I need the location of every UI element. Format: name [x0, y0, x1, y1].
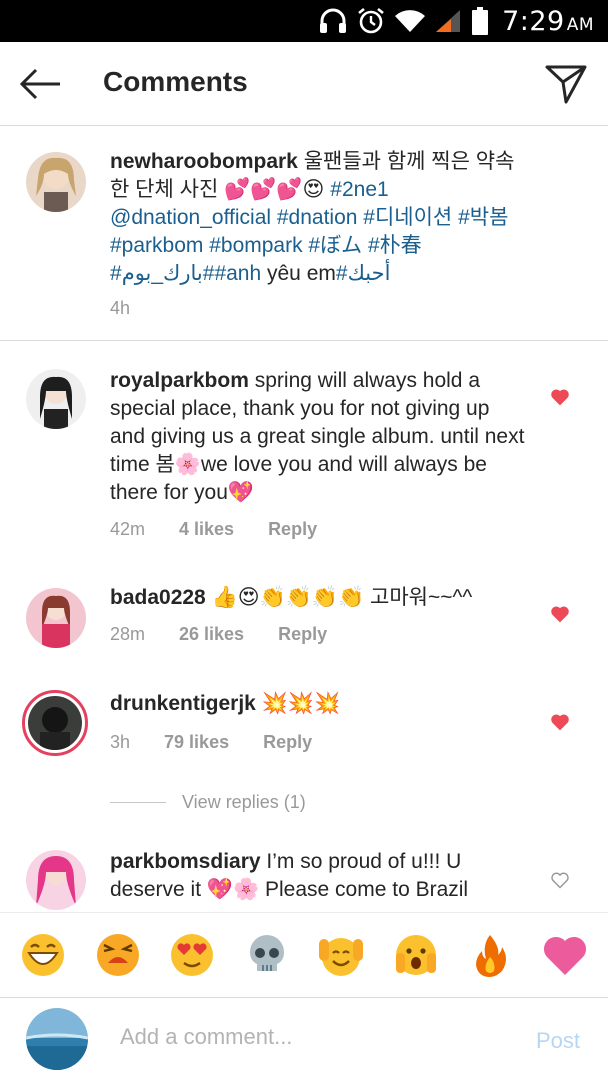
comment-composer: Post [0, 998, 608, 1080]
caption: newharoobompark 울팬들과 함께 찍은 약속한 단체 사진 💕💕💕… [0, 126, 608, 340]
avatar[interactable] [26, 850, 86, 910]
caption-username[interactable]: newharoobompark [110, 150, 298, 173]
grinning-face-icon[interactable] [19, 931, 67, 979]
comment-text: bada0228 👍😍👏👏👏👏 고마워~~^^ [110, 584, 530, 612]
reply-button[interactable]: Reply [268, 519, 317, 540]
my-avatar [26, 1008, 88, 1070]
alarm-icon [358, 7, 384, 34]
direct-send-icon[interactable] [544, 62, 588, 106]
wifi-icon [395, 10, 426, 33]
fire-icon[interactable] [466, 931, 514, 979]
heart-icon[interactable] [550, 604, 570, 624]
avatar[interactable] [26, 369, 86, 429]
back-arrow-icon[interactable] [18, 64, 62, 104]
comments-header: Comments [0, 42, 608, 126]
likes-count[interactable]: 26 likes [179, 624, 244, 645]
heart-outline-icon[interactable] [550, 870, 570, 890]
heart-icon[interactable] [550, 387, 570, 407]
avatar-story-ring[interactable] [22, 690, 88, 756]
status-bar: 7:29 AM [0, 0, 608, 42]
comment-item: royalparkbom spring will always hold a s… [0, 341, 608, 551]
comment-meta: 42m 4 likes Reply [110, 519, 317, 540]
caption-time: 4h [110, 298, 131, 318]
comment-username[interactable]: parkbomsdiary [110, 850, 261, 873]
heart-icon[interactable] [550, 712, 570, 732]
comment-body: 👍😍👏👏👏👏 고마워~~^^ [211, 586, 473, 609]
signal-icon [436, 10, 461, 32]
view-replies-label: View replies (1) [182, 791, 306, 812]
view-replies-button[interactable]: View replies (1) [110, 790, 306, 814]
caption-text: newharoobompark 울팬들과 함께 찍은 약속한 단체 사진 💕💕💕… [110, 148, 530, 288]
caption-tail: yêu em [261, 262, 336, 285]
comment-item: parkbomsdiary I’m so proud of u!!! U des… [0, 840, 608, 912]
tired-face-icon[interactable] [94, 931, 142, 979]
reply-button[interactable]: Reply [278, 624, 327, 645]
reply-button[interactable]: Reply [263, 732, 312, 753]
heart-eyes-face-icon[interactable] [168, 931, 216, 979]
avatar[interactable] [26, 152, 86, 212]
status-icons: 7:29 AM [318, 5, 594, 37]
likes-count[interactable]: 79 likes [164, 732, 229, 753]
comment-meta: 3h 79 likes Reply [110, 732, 312, 753]
comment-time: 3h [110, 732, 131, 752]
headphones-icon [320, 8, 347, 33]
comment-time: 42m [110, 519, 146, 539]
comment-input[interactable] [120, 1024, 500, 1050]
comment-item: drunkentigerjk 💥💥💥 3h 79 likes Reply [0, 686, 608, 776]
post-button[interactable]: Post [536, 1028, 580, 1054]
divider [110, 801, 166, 803]
comment-text: royalparkbom spring will always hold a s… [110, 367, 530, 507]
battery-icon [472, 7, 489, 35]
clock-time: 7:29 AM [502, 5, 594, 37]
emoji-quick-bar [0, 912, 608, 998]
caption-emoji: 💕💕💕😍 [224, 178, 325, 201]
comment-meta: 28m 26 likes Reply [110, 624, 327, 645]
avatar[interactable] [26, 588, 86, 648]
caption-meta: 4h [110, 298, 130, 319]
comment-username[interactable]: bada0228 [110, 586, 206, 609]
fearful-face-icon[interactable] [392, 931, 440, 979]
comment-username[interactable]: royalparkbom [110, 369, 249, 392]
comment-text: drunkentigerjk 💥💥💥 [110, 690, 530, 718]
page-title: Comments [103, 66, 248, 97]
likes-count[interactable]: 4 likes [179, 519, 234, 540]
comment-time: 28m [110, 624, 146, 644]
avatar [28, 696, 82, 750]
comment-item: bada0228 👍😍👏👏👏👏 고마워~~^^ 28m 26 likes Rep… [0, 580, 608, 670]
skull-icon[interactable] [243, 931, 291, 979]
caption-tail-hashtag[interactable]: #أحبك [336, 262, 391, 285]
heart-emoji-icon[interactable] [541, 931, 589, 979]
comment-text: parkbomsdiary I’m so proud of u!!! U des… [110, 848, 530, 904]
comment-username[interactable]: drunkentigerjk [110, 692, 256, 715]
raised-hands-face-icon[interactable] [317, 931, 365, 979]
comment-body: 💥💥💥 [261, 692, 341, 715]
